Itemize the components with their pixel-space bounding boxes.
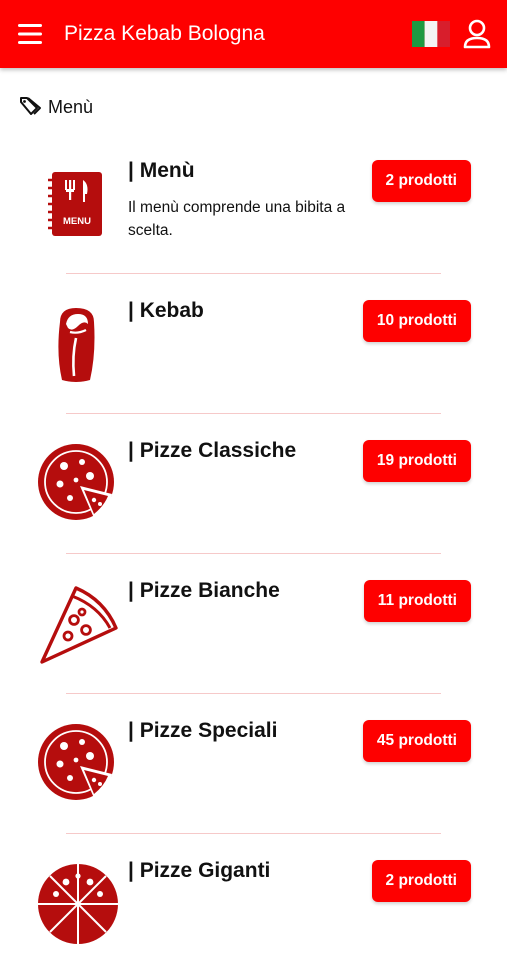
large-pizza-icon	[38, 864, 118, 944]
category-title: | Pizze Bianche	[128, 579, 280, 602]
category-title: | Menù	[128, 159, 195, 182]
app-title: Pizza Kebab Bologna	[64, 22, 265, 45]
product-count-badge[interactable]: 11 prodotti	[363, 580, 471, 622]
row-divider	[66, 273, 441, 274]
row-divider	[66, 413, 441, 414]
category-title: | Pizze Speciali	[128, 719, 278, 742]
breadcrumb: Menù	[18, 96, 93, 118]
product-count-badge[interactable]: 2 prodotti	[371, 860, 471, 902]
menu-book-icon: MENU	[48, 172, 102, 236]
app-header: Pizza Kebab Bologna	[0, 0, 507, 68]
category-list: MENU | Menù Il menù comprende una bibita…	[0, 140, 507, 980]
category-row-pizze-giganti[interactable]: | Pizze Giganti 2 prodotti	[0, 840, 507, 980]
category-row-pizze-bianche[interactable]: | Pizze Bianche 11 prodotti	[0, 560, 507, 700]
category-row-menu[interactable]: MENU | Menù Il menù comprende una bibita…	[0, 140, 507, 280]
breadcrumb-label: Menù	[48, 97, 94, 117]
category-title: | Pizze Classiche	[128, 439, 297, 462]
menu-icon-label: MENU	[63, 216, 91, 227]
category-title: | Pizze Giganti	[128, 859, 271, 882]
hamburger-menu-icon[interactable]	[16, 20, 48, 48]
product-count-badge[interactable]: 2 prodotti	[371, 160, 471, 202]
pizza-icon	[38, 724, 114, 800]
row-divider	[66, 833, 441, 834]
tag-icon	[20, 97, 41, 115]
product-count-badge[interactable]: 45 prodotti	[362, 720, 471, 762]
category-description: Il menù comprende una bibita a scelta.	[128, 199, 346, 239]
pizza-icon	[38, 444, 114, 520]
category-row-kebab[interactable]: | Kebab 10 prodotti	[0, 280, 507, 420]
category-row-pizze-classiche[interactable]: | Pizze Classiche 19 prodotti	[0, 420, 507, 560]
row-divider	[66, 693, 441, 694]
italian-flag-icon[interactable]	[412, 20, 450, 48]
category-title: | Kebab	[128, 299, 204, 322]
user-account-icon[interactable]	[462, 18, 492, 50]
row-divider	[66, 553, 441, 554]
kebab-icon	[58, 308, 95, 382]
product-count-badge[interactable]: 10 prodotti	[362, 300, 471, 342]
category-row-pizze-speciali[interactable]: | Pizze Speciali 45 prodotti	[0, 700, 507, 840]
product-count-badge[interactable]: 19 prodotti	[362, 440, 471, 482]
pizza-slice-icon	[40, 586, 118, 664]
